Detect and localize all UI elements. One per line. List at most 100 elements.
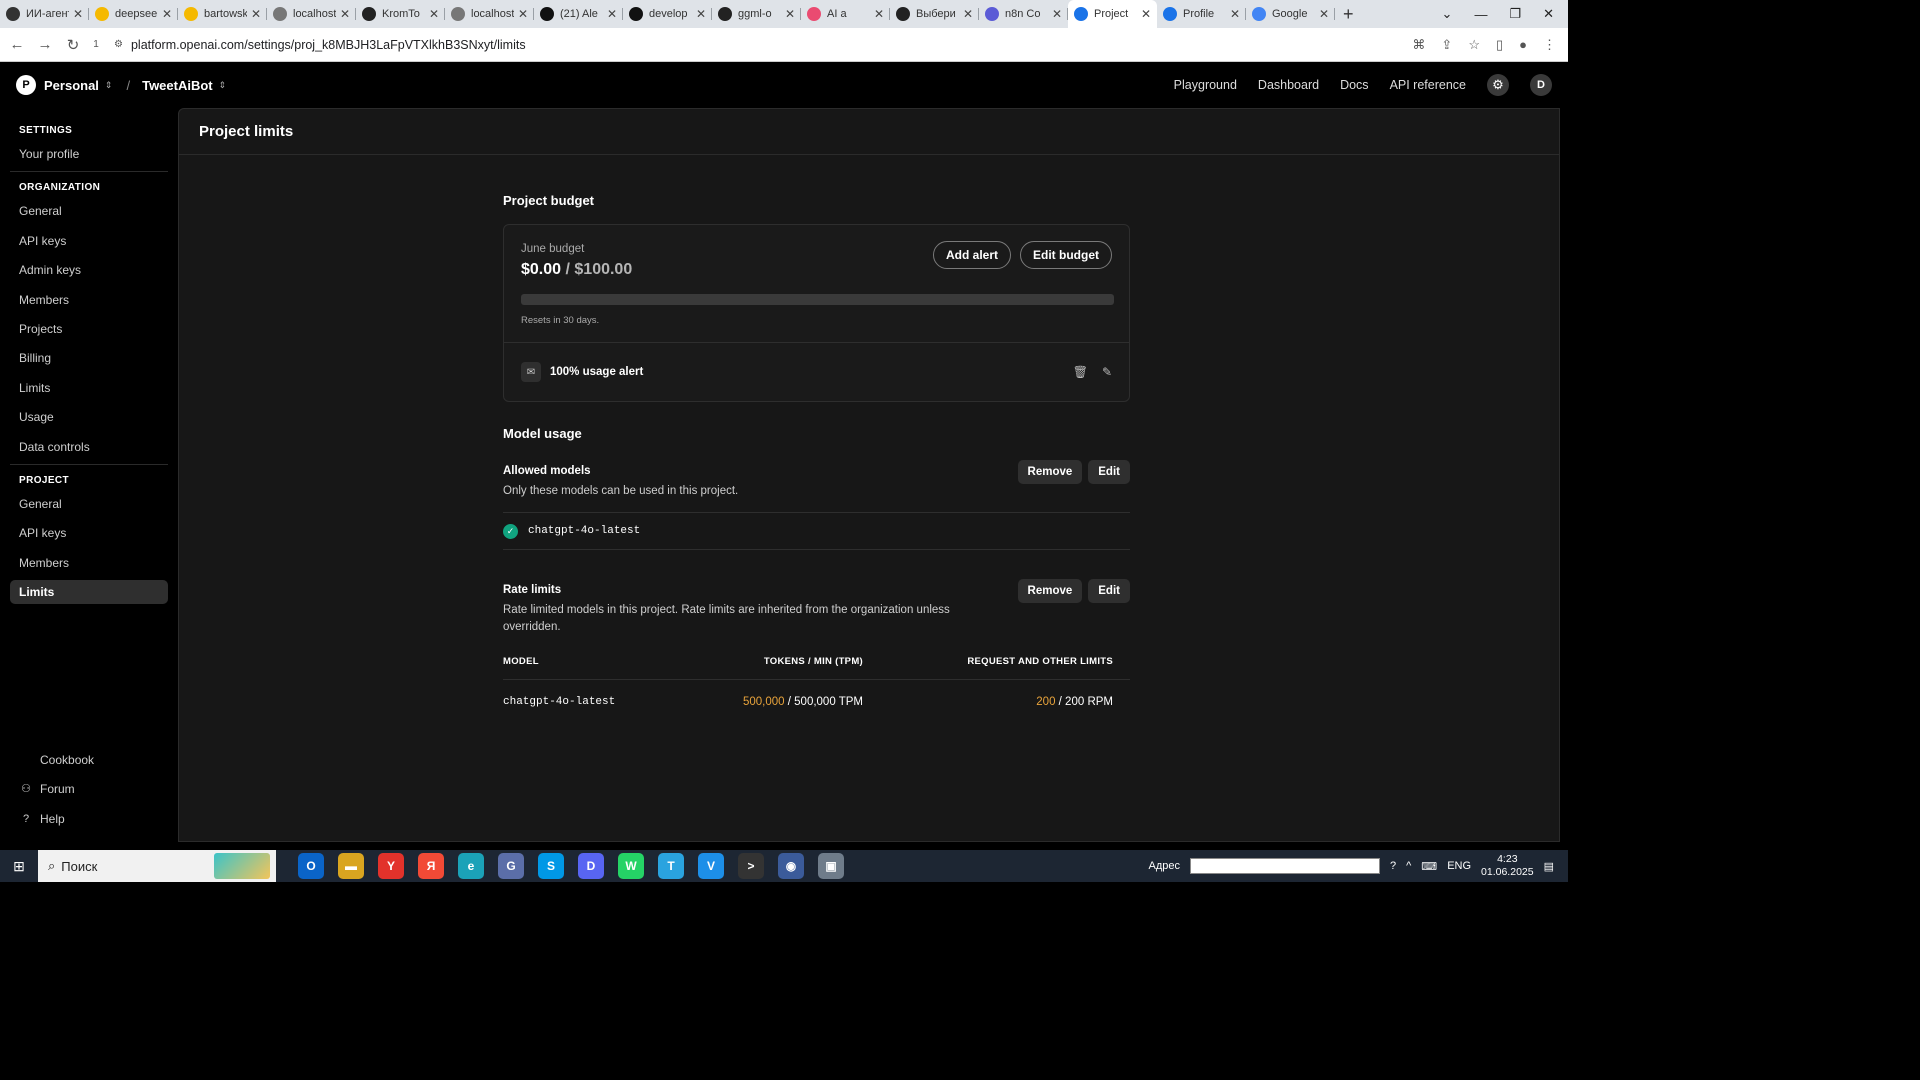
nav-api-reference[interactable]: API reference [1390, 78, 1466, 92]
sidebar-item-org-members[interactable]: Members [10, 288, 168, 312]
edge-app-icon[interactable]: e [458, 853, 484, 879]
close-tab-icon[interactable]: ✕ [874, 7, 884, 21]
close-tab-icon[interactable]: ✕ [607, 7, 617, 21]
browser-tab[interactable]: localhost ✕ [267, 0, 356, 28]
forward-icon[interactable]: → [34, 36, 56, 53]
maximize-icon[interactable]: ❐ [1509, 6, 1521, 22]
browser-tab[interactable]: develop ✕ [623, 0, 712, 28]
taskbar-search[interactable]: ⌕ Поиск [38, 850, 276, 882]
browser-tab[interactable]: bartowski ✕ [178, 0, 267, 28]
reload-icon[interactable]: ↻ [62, 36, 84, 54]
browser-tab[interactable]: (21) Ale ✕ [534, 0, 623, 28]
vscode-app-icon[interactable]: V [698, 853, 724, 879]
profile-icon[interactable]: ● [1519, 37, 1527, 53]
remove-rate-button[interactable]: Remove [1017, 579, 1083, 603]
close-tab-icon[interactable]: ✕ [785, 7, 795, 21]
project-switcher[interactable]: TweetAiBot [142, 78, 213, 93]
clock[interactable]: 4:23 01.06.2025 [1481, 853, 1534, 879]
close-tab-icon[interactable]: ✕ [1230, 7, 1240, 21]
yandex-browser-app-icon[interactable]: Y [378, 853, 404, 879]
close-tab-icon[interactable]: ✕ [518, 7, 528, 21]
telegram-app-icon[interactable]: T [658, 853, 684, 879]
close-tab-icon[interactable]: ✕ [963, 7, 973, 21]
close-tab-icon[interactable]: ✕ [73, 7, 83, 21]
remote-app-icon[interactable]: ▣ [818, 853, 844, 879]
chevron-up-icon[interactable]: ^ [1406, 860, 1411, 872]
close-tab-icon[interactable]: ✕ [696, 7, 706, 21]
tab-search-icon[interactable]: ⌄ [1442, 6, 1453, 22]
minimize-icon[interactable]: — [1474, 7, 1487, 22]
sidebar-item-org-data-controls[interactable]: Data controls [10, 435, 168, 459]
browser-tab[interactable]: ggml-o ✕ [712, 0, 801, 28]
user-avatar[interactable]: D [1530, 74, 1552, 96]
whatsapp-app-icon[interactable]: W [618, 853, 644, 879]
terminal-app-icon[interactable]: > [738, 853, 764, 879]
notifications-icon[interactable]: ▤ [1544, 860, 1554, 873]
edit-allowed-button[interactable]: Edit [1088, 460, 1130, 484]
sidebar-item-project-limits[interactable]: Limits [10, 580, 168, 605]
site-info-icon[interactable]: ⚙ [114, 39, 123, 50]
sidebar-item-org-admin-keys[interactable]: Admin keys [10, 258, 168, 282]
add-alert-button[interactable]: Add alert [932, 241, 1011, 269]
browser-tab[interactable]: Profile ✕ [1157, 0, 1246, 28]
remove-allowed-button[interactable]: Remove [1017, 460, 1083, 484]
sidebar-item-project-general[interactable]: General [10, 492, 168, 516]
close-window-icon[interactable]: ✕ [1543, 6, 1554, 22]
browser-tab[interactable]: KromTo ✕ [356, 0, 445, 28]
nav-playground[interactable]: Playground [1174, 78, 1237, 92]
translate-icon[interactable]: ⌘ [1412, 37, 1425, 53]
skype-app-icon[interactable]: S [538, 853, 564, 879]
close-tab-icon[interactable]: ✕ [340, 7, 350, 21]
sidebar-item-org-billing[interactable]: Billing [10, 346, 168, 370]
browser-tab[interactable]: Google ✕ [1246, 0, 1335, 28]
sidebar-link-help[interactable]: ? Help [10, 807, 168, 831]
address-toolbar-input[interactable] [1190, 858, 1380, 874]
sidebar-item-org-usage[interactable]: Usage [10, 405, 168, 429]
sidebar-icon[interactable]: ▯ [1496, 37, 1503, 53]
chevron-updown-icon[interactable]: ⇕ [105, 80, 113, 91]
chevron-updown-icon[interactable]: ⇕ [219, 80, 227, 91]
close-tab-icon[interactable]: ✕ [1141, 7, 1151, 21]
pencil-icon[interactable]: ✎ [1102, 365, 1112, 379]
sidebar-item-org-api-keys[interactable]: API keys [10, 229, 168, 253]
browser-tab[interactable]: n8n Co ✕ [979, 0, 1068, 28]
gitextensions-app-icon[interactable]: G [498, 853, 524, 879]
windows-start-icon[interactable]: ⊞ [0, 858, 38, 875]
yandex-app-icon[interactable]: Я [418, 853, 444, 879]
nav-docs[interactable]: Docs [1340, 78, 1368, 92]
sidebar-item-org-limits[interactable]: Limits [10, 376, 168, 400]
sidebar-item-org-projects[interactable]: Projects [10, 317, 168, 341]
url-field[interactable]: ⚙ platform.openai.com/settings/proj_k8MB… [114, 38, 526, 52]
outlook-app-icon[interactable]: O [298, 853, 324, 879]
back-icon[interactable]: ← [6, 36, 28, 53]
edit-budget-button[interactable]: Edit budget [1020, 241, 1112, 269]
close-tab-icon[interactable]: ✕ [162, 7, 172, 21]
bookmark-star-icon[interactable]: ☆ [1468, 37, 1480, 53]
nav-dashboard[interactable]: Dashboard [1258, 78, 1319, 92]
menu-icon[interactable]: ⋮ [1543, 37, 1556, 53]
browser-tab[interactable]: Project ✕ [1068, 0, 1157, 28]
new-tab-icon[interactable]: + [1343, 0, 1354, 28]
browser-tab[interactable]: AI a ✕ [801, 0, 890, 28]
org-switcher[interactable]: Personal [44, 78, 99, 93]
sidebar-item-org-general[interactable]: General [10, 199, 168, 223]
keyboard-icon[interactable]: ⌨ [1421, 860, 1437, 873]
sidebar-item-your-profile[interactable]: Your profile [10, 142, 168, 166]
sidebar-link-forum[interactable]: ⚇ Forum [10, 777, 168, 801]
org-avatar[interactable]: P [16, 75, 36, 95]
sidebar-item-project-api-keys[interactable]: API keys [10, 521, 168, 545]
help-tray-icon[interactable]: ? [1390, 860, 1396, 872]
browser-tab[interactable]: deepseek ✕ [89, 0, 178, 28]
close-tab-icon[interactable]: ✕ [251, 7, 261, 21]
close-tab-icon[interactable]: ✕ [429, 7, 439, 21]
edit-rate-button[interactable]: Edit [1088, 579, 1130, 603]
close-tab-icon[interactable]: ✕ [1052, 7, 1062, 21]
settings-gear-icon[interactable]: ⚙ [1487, 74, 1509, 96]
sidebar-link-cookbook[interactable]: Cookbook [10, 748, 168, 772]
close-tab-icon[interactable]: ✕ [1319, 7, 1329, 21]
discord-app-icon[interactable]: D [578, 853, 604, 879]
browser-tab[interactable]: localhost ✕ [445, 0, 534, 28]
share-icon[interactable]: ⇪ [1441, 37, 1452, 53]
chrome-app-icon[interactable]: ◉ [778, 853, 804, 879]
browser-tab[interactable]: Выбери ✕ [890, 0, 979, 28]
